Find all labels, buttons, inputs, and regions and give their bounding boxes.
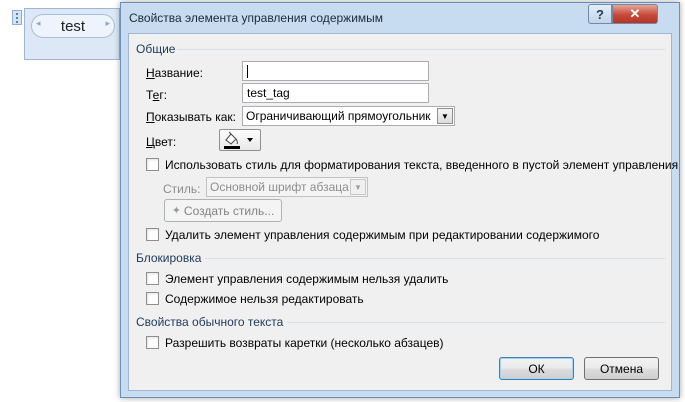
content-control-handle[interactable]	[12, 10, 22, 25]
content-control-properties-dialog: Свойства элемента управления содержимым …	[120, 2, 680, 398]
close-button[interactable]: ✕	[612, 4, 658, 24]
tag-label: Тег:	[146, 88, 168, 102]
general-separator	[177, 49, 665, 50]
tag-end-marker-icon: ▸	[105, 18, 110, 28]
color-label: Цвет:	[146, 135, 177, 149]
tag-input[interactable]: test_tag	[242, 83, 429, 103]
dialog-content: Общие Название: Тег: test_tag Показывать…	[128, 33, 678, 391]
remove-on-edit-label: Удалить элемент управления содержимым пр…	[165, 228, 600, 242]
style-label: Стиль:	[163, 182, 201, 196]
style-select[interactable]: Основной шрифт абзаца ▼	[206, 177, 368, 197]
close-icon: ✕	[629, 6, 641, 21]
allow-returns-checkbox[interactable]	[146, 336, 159, 349]
new-style-icon: ✦	[171, 205, 181, 217]
dialog-titlebar[interactable]: Свойства элемента управления содержимым …	[121, 3, 679, 33]
ok-button[interactable]: ОК	[499, 357, 574, 380]
content-control-text: test	[60, 17, 86, 35]
plain-text-separator	[287, 322, 665, 323]
tag-start-marker-icon: ◂	[36, 18, 41, 28]
allow-returns-label: Разрешить возвраты каретки (несколько аб…	[165, 336, 444, 350]
content-control-tag[interactable]: ◂ test ▸	[31, 14, 115, 38]
cancel-button[interactable]: Отмена	[584, 357, 659, 380]
show-as-label: Показывать как:	[146, 110, 236, 124]
cannot-delete-checkbox[interactable]	[146, 272, 159, 285]
color-picker-button[interactable]	[219, 129, 261, 151]
name-label: Название:	[146, 66, 203, 80]
locking-section-title: Блокировка	[136, 251, 202, 265]
plain-text-section-title: Свойства обычного текста	[136, 315, 284, 329]
text-caret	[247, 65, 248, 79]
help-button[interactable]: ?	[588, 4, 612, 24]
locking-separator	[205, 258, 665, 259]
help-icon: ?	[596, 6, 604, 22]
create-style-button[interactable]: ✦ Создать стиль...	[164, 199, 282, 222]
cannot-delete-label: Элемент управления содержимым нельзя уда…	[165, 272, 449, 286]
remove-on-edit-checkbox[interactable]	[146, 228, 159, 241]
show-as-value: Ограничивающий прямоугольник	[246, 109, 431, 123]
name-input[interactable]	[242, 61, 429, 81]
use-style-label: Использовать стиль для форматирования те…	[165, 158, 679, 172]
show-as-select[interactable]: Ограничивающий прямоугольник ▼	[242, 106, 455, 126]
general-section-title: Общие	[136, 42, 176, 56]
style-value: Основной шрифт абзаца	[210, 180, 349, 194]
chevron-down-icon: ▼	[350, 179, 366, 195]
cannot-edit-checkbox[interactable]	[146, 292, 159, 305]
dialog-title: Свойства элемента управления содержимым	[129, 11, 384, 25]
chevron-down-icon: ▼	[437, 108, 453, 124]
cannot-edit-label: Содержимое нельзя редактировать	[165, 292, 364, 306]
use-style-checkbox[interactable]	[146, 158, 159, 171]
paint-bucket-icon	[224, 131, 253, 149]
content-control[interactable]: ◂ test ▸	[24, 8, 120, 60]
